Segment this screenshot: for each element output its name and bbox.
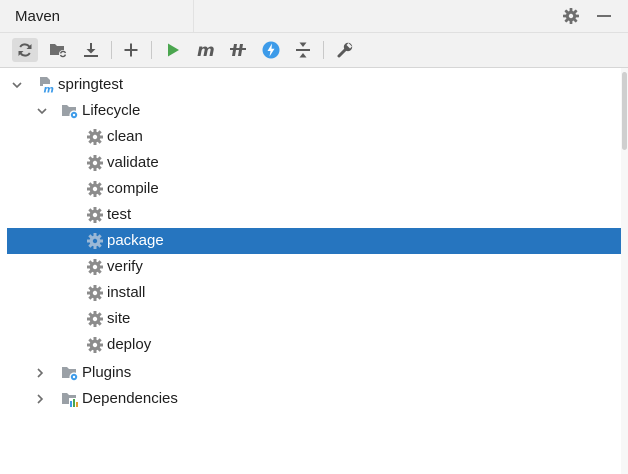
maven-project-icon: m bbox=[40, 77, 54, 95]
download-icon bbox=[84, 43, 98, 57]
tree-node-goal[interactable]: verify bbox=[7, 254, 621, 280]
tree-node-goal[interactable]: clean bbox=[7, 124, 621, 150]
run-maven-build-button[interactable] bbox=[160, 38, 186, 62]
settings-button[interactable] bbox=[561, 6, 581, 26]
tree-node-goal[interactable]: site bbox=[7, 306, 621, 332]
toolbar-separator bbox=[323, 41, 324, 59]
chevron-right-icon[interactable] bbox=[34, 393, 46, 405]
folder-gear-icon bbox=[62, 367, 79, 382]
header-divider bbox=[193, 0, 194, 32]
tool-window-header: Maven bbox=[0, 0, 628, 33]
wrench-icon bbox=[337, 42, 353, 58]
offline-icon bbox=[230, 44, 246, 56]
gear-icon bbox=[87, 155, 103, 171]
tree-node-project[interactable]: m springtest bbox=[7, 72, 621, 98]
tool-window-title: Maven bbox=[15, 8, 61, 25]
tree-node-goal[interactable]: test bbox=[7, 202, 621, 228]
maven-projects-tree[interactable]: m springtest Lifecycle clean validate co… bbox=[7, 68, 621, 474]
collapse-all-button[interactable] bbox=[290, 38, 316, 62]
tree-node-goal[interactable]: validate bbox=[7, 150, 621, 176]
tree-node-dependencies[interactable]: Dependencies bbox=[7, 386, 621, 412]
chevron-right-icon[interactable] bbox=[34, 367, 46, 379]
plugins-label: Plugins bbox=[82, 364, 132, 381]
vertical-scrollbar[interactable] bbox=[621, 68, 628, 474]
gear-icon bbox=[87, 259, 103, 275]
gear-icon bbox=[87, 233, 103, 249]
maven-m-icon: m bbox=[197, 41, 215, 59]
chevron-down-icon[interactable] bbox=[11, 79, 23, 91]
folder-gear-icon bbox=[62, 105, 79, 120]
gear-icon bbox=[87, 207, 103, 223]
plus-icon bbox=[124, 43, 138, 57]
gear-icon bbox=[87, 311, 103, 327]
goal-label: site bbox=[107, 310, 131, 327]
tree-node-goal[interactable]: deploy bbox=[7, 332, 621, 358]
dependencies-label: Dependencies bbox=[82, 390, 178, 407]
tree-node-goal[interactable]: install bbox=[7, 280, 621, 306]
execute-maven-goal-button[interactable]: m bbox=[193, 38, 219, 62]
add-maven-project-button[interactable] bbox=[118, 38, 144, 62]
project-label: springtest bbox=[58, 76, 124, 93]
run-icon bbox=[168, 43, 179, 57]
minimize-icon bbox=[597, 15, 611, 17]
gear-icon bbox=[563, 8, 579, 24]
goal-label: package bbox=[107, 232, 164, 249]
maven-settings-button[interactable] bbox=[332, 38, 358, 62]
toolbar-separator bbox=[111, 41, 112, 59]
gear-icon bbox=[87, 337, 103, 353]
goal-label: test bbox=[107, 206, 132, 223]
gear-icon bbox=[87, 181, 103, 197]
refresh-icon bbox=[18, 43, 32, 57]
goal-label: install bbox=[107, 284, 146, 301]
gear-icon bbox=[87, 285, 103, 301]
scrollbar-thumb[interactable] bbox=[622, 72, 627, 150]
skip-tests-button[interactable] bbox=[258, 38, 284, 62]
folder-refresh-icon bbox=[50, 44, 67, 58]
tree-node-goal-selected[interactable]: package bbox=[7, 228, 621, 254]
goal-label: verify bbox=[107, 258, 143, 275]
lifecycle-label: Lifecycle bbox=[82, 102, 141, 119]
svg-text:m: m bbox=[197, 41, 215, 59]
hide-button[interactable] bbox=[594, 6, 614, 26]
goal-label: validate bbox=[107, 154, 159, 171]
svg-text:m: m bbox=[44, 85, 54, 95]
maven-toolbar: m bbox=[0, 33, 628, 68]
toggle-offline-mode-button[interactable] bbox=[225, 38, 251, 62]
download-sources-button[interactable] bbox=[78, 38, 104, 62]
reload-all-projects-button[interactable] bbox=[12, 38, 38, 62]
chevron-down-icon[interactable] bbox=[36, 105, 48, 117]
goal-label: clean bbox=[107, 128, 143, 145]
tree-node-goal[interactable]: compile bbox=[7, 176, 621, 202]
goal-label: deploy bbox=[107, 336, 152, 353]
tree-node-lifecycle[interactable]: Lifecycle bbox=[7, 98, 621, 124]
lightning-icon bbox=[262, 41, 280, 59]
goal-label: compile bbox=[107, 180, 159, 197]
tree-node-plugins[interactable]: Plugins bbox=[7, 360, 621, 386]
toolbar-separator bbox=[151, 41, 152, 59]
generate-sources-button[interactable] bbox=[45, 38, 71, 62]
collapse-icon bbox=[296, 42, 310, 58]
gear-icon bbox=[87, 129, 103, 145]
folder-library-icon bbox=[62, 393, 79, 408]
